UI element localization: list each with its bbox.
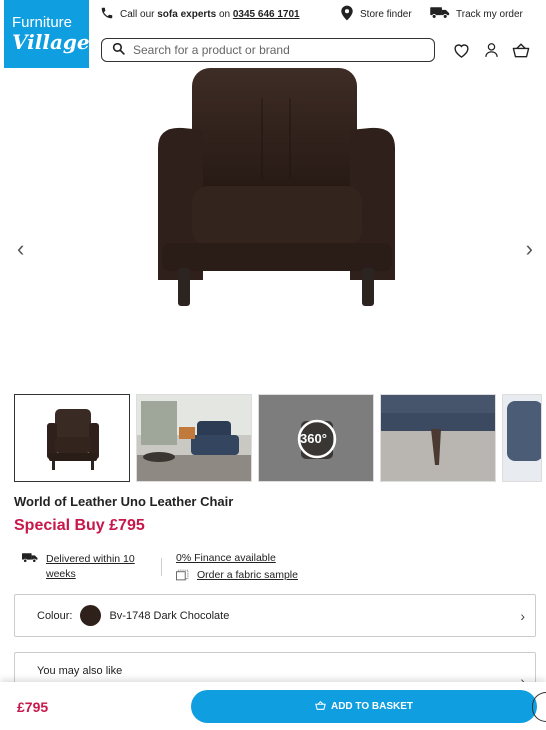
basket-icon[interactable]: [512, 41, 530, 59]
fabric-sample-link[interactable]: Order a fabric sample: [197, 569, 298, 581]
scroll-handle[interactable]: [532, 692, 546, 722]
track-order-link[interactable]: Track my order: [430, 6, 523, 22]
colour-selector[interactable]: Colour: Bv-1748 Dark Chocolate ›: [14, 594, 536, 637]
finance-info: 0% Finance available: [176, 552, 276, 564]
logo[interactable]: Furniture Village: [4, 0, 90, 68]
bottom-price: £795: [17, 699, 49, 715]
store-finder-label: Store finder: [360, 8, 412, 20]
product-title: World of Leather Uno Leather Chair: [14, 494, 234, 509]
chevron-right-icon: ›: [520, 607, 525, 624]
thumbnail-room[interactable]: [136, 394, 252, 482]
chevron-right-icon[interactable]: ›: [526, 238, 533, 260]
phone-link[interactable]: 0345 646 1701: [233, 9, 300, 20]
phone-icon: [100, 6, 114, 23]
colour-label: Colour:: [37, 609, 73, 622]
call-info: Call our sofa experts on 0345 646 1701: [100, 6, 300, 23]
thumbnail-leg-detail[interactable]: [380, 394, 496, 482]
fabric-sample-icon: [176, 569, 189, 584]
header-icons: [452, 41, 530, 59]
search-placeholder: Search for a product or brand: [133, 43, 290, 57]
top-bar: Call our sofa experts on 0345 646 1701 S…: [100, 0, 546, 28]
logo-line2: Village: [12, 30, 90, 54]
call-prefix: Call our: [120, 8, 155, 20]
special-label: Special Buy: [14, 517, 105, 534]
location-pin-icon: [340, 5, 354, 24]
label-360: 360°: [300, 431, 327, 446]
thumbnail-360[interactable]: 360°: [258, 394, 374, 482]
add-to-basket-label: ADD TO BASKET: [330, 701, 414, 712]
truck-icon: [22, 552, 38, 566]
add-to-basket-button[interactable]: ADD TO BASKET: [191, 690, 537, 723]
delivery-link[interactable]: Delivered within 10 weeks: [46, 552, 152, 582]
search-icon: [112, 42, 125, 58]
delivery-info: Delivered within 10 weeks: [22, 552, 152, 582]
search-input[interactable]: Search for a product or brand: [101, 38, 435, 62]
basket-icon: [315, 700, 326, 713]
thumbnail-arm-detail[interactable]: [502, 394, 542, 482]
colour-swatch: [80, 605, 102, 626]
store-finder-link[interactable]: Store finder: [340, 5, 412, 24]
heart-icon[interactable]: [452, 41, 470, 59]
call-on: on: [218, 8, 231, 20]
you-may-also-like-label: You may also like: [37, 665, 123, 677]
fabric-sample-info: Order a fabric sample: [176, 569, 298, 584]
sticky-basket-bar: £795 ADD TO BASKET: [0, 682, 546, 730]
call-bold: sofa experts: [157, 8, 217, 20]
thumbnail-chair[interactable]: [14, 394, 130, 482]
logo-line1: Furniture: [12, 14, 73, 31]
product-price: £795: [109, 517, 145, 534]
chevron-left-icon[interactable]: ‹: [17, 238, 24, 260]
colour-value: Bv-1748 Dark Chocolate: [109, 609, 230, 622]
special-price: Special Buy £795: [14, 517, 145, 535]
product-main-image[interactable]: ‹ ›: [0, 68, 546, 384]
track-order-label: Track my order: [456, 8, 523, 20]
user-icon[interactable]: [482, 41, 500, 59]
divider: [161, 558, 162, 576]
thumbnail-strip: 360°: [14, 394, 542, 482]
truck-icon: [430, 6, 450, 22]
finance-link[interactable]: 0% Finance available: [176, 552, 276, 564]
